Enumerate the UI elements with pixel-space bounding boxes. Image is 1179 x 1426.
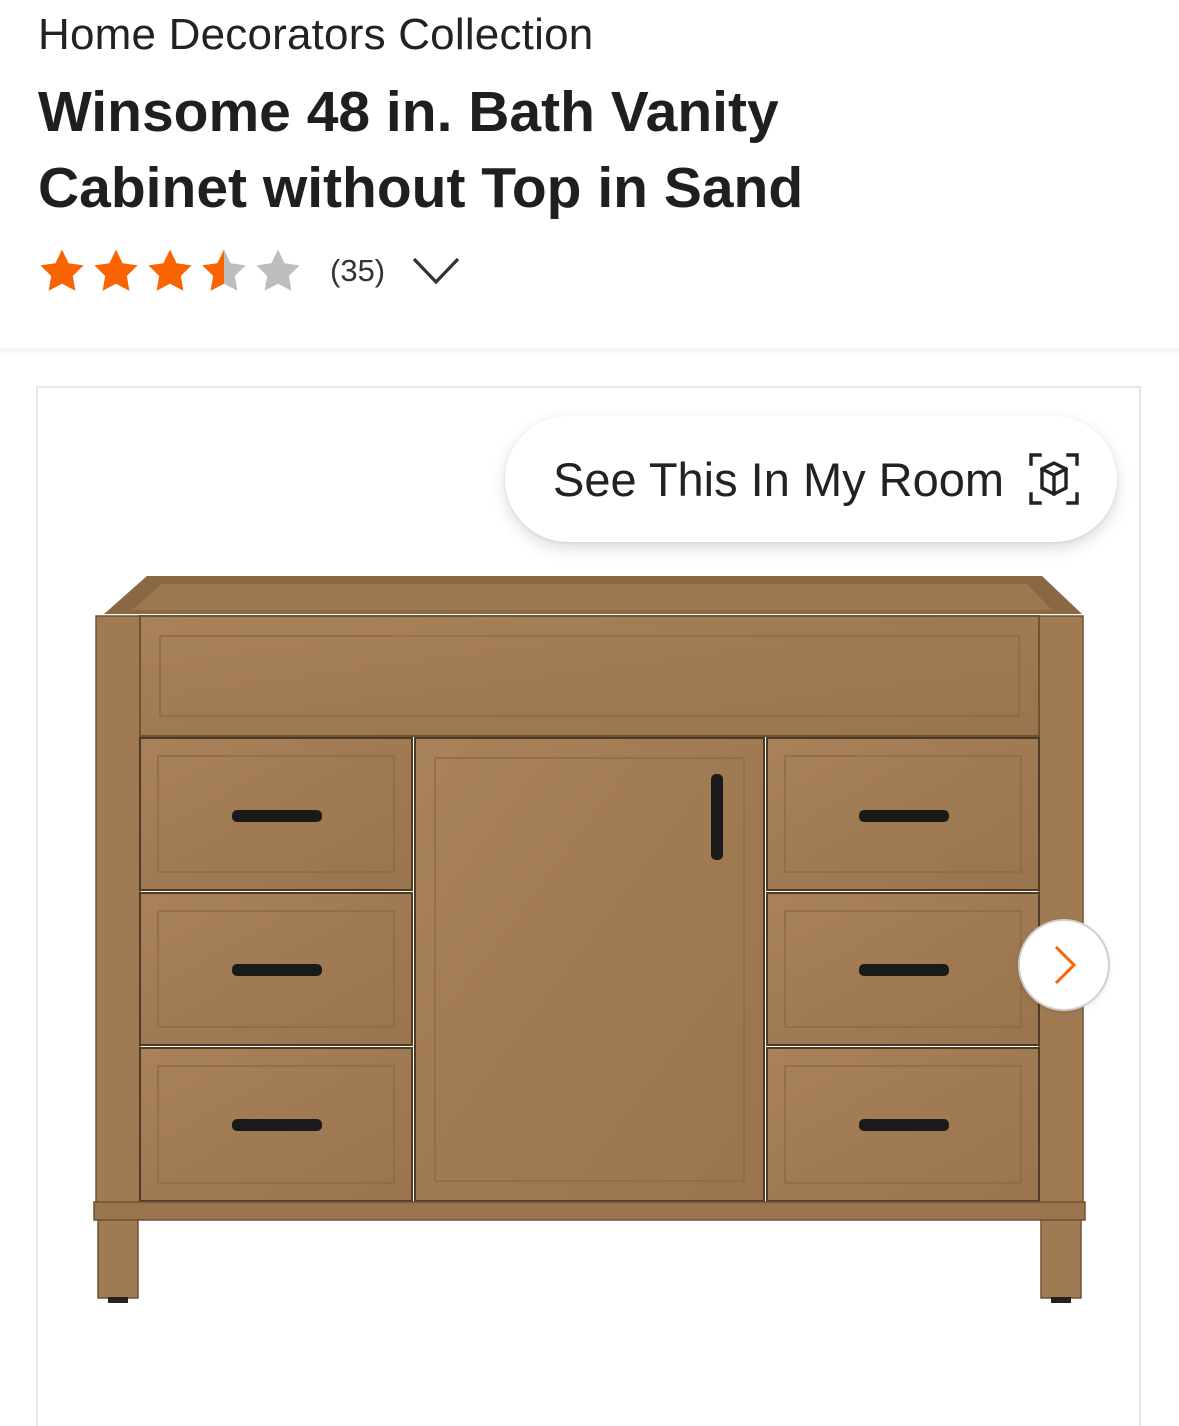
star-icon [40, 249, 84, 291]
next-image-button[interactable] [1018, 919, 1110, 1011]
star-rating [38, 248, 308, 294]
section-divider [0, 348, 1179, 356]
see-in-my-room-label: See This In My Room [553, 452, 1005, 506]
empty-star-icon [256, 249, 300, 291]
star-icon [148, 249, 192, 291]
chevron-right-icon [1054, 945, 1077, 985]
brand-link[interactable]: Home Decorators Collection [38, 10, 593, 60]
ar-cube-icon [1029, 453, 1079, 505]
chevron-down-icon[interactable] [411, 255, 461, 287]
product-image[interactable] [92, 576, 1087, 1306]
half-star-icon [202, 249, 246, 291]
star-icon [94, 249, 138, 291]
see-in-my-room-button[interactable]: See This In My Room [505, 416, 1117, 542]
review-count[interactable]: (35) [330, 253, 385, 289]
product-title: Winsome 48 in. Bath Vanity Cabinet witho… [38, 80, 804, 220]
rating-summary[interactable]: (35) [38, 241, 461, 301]
